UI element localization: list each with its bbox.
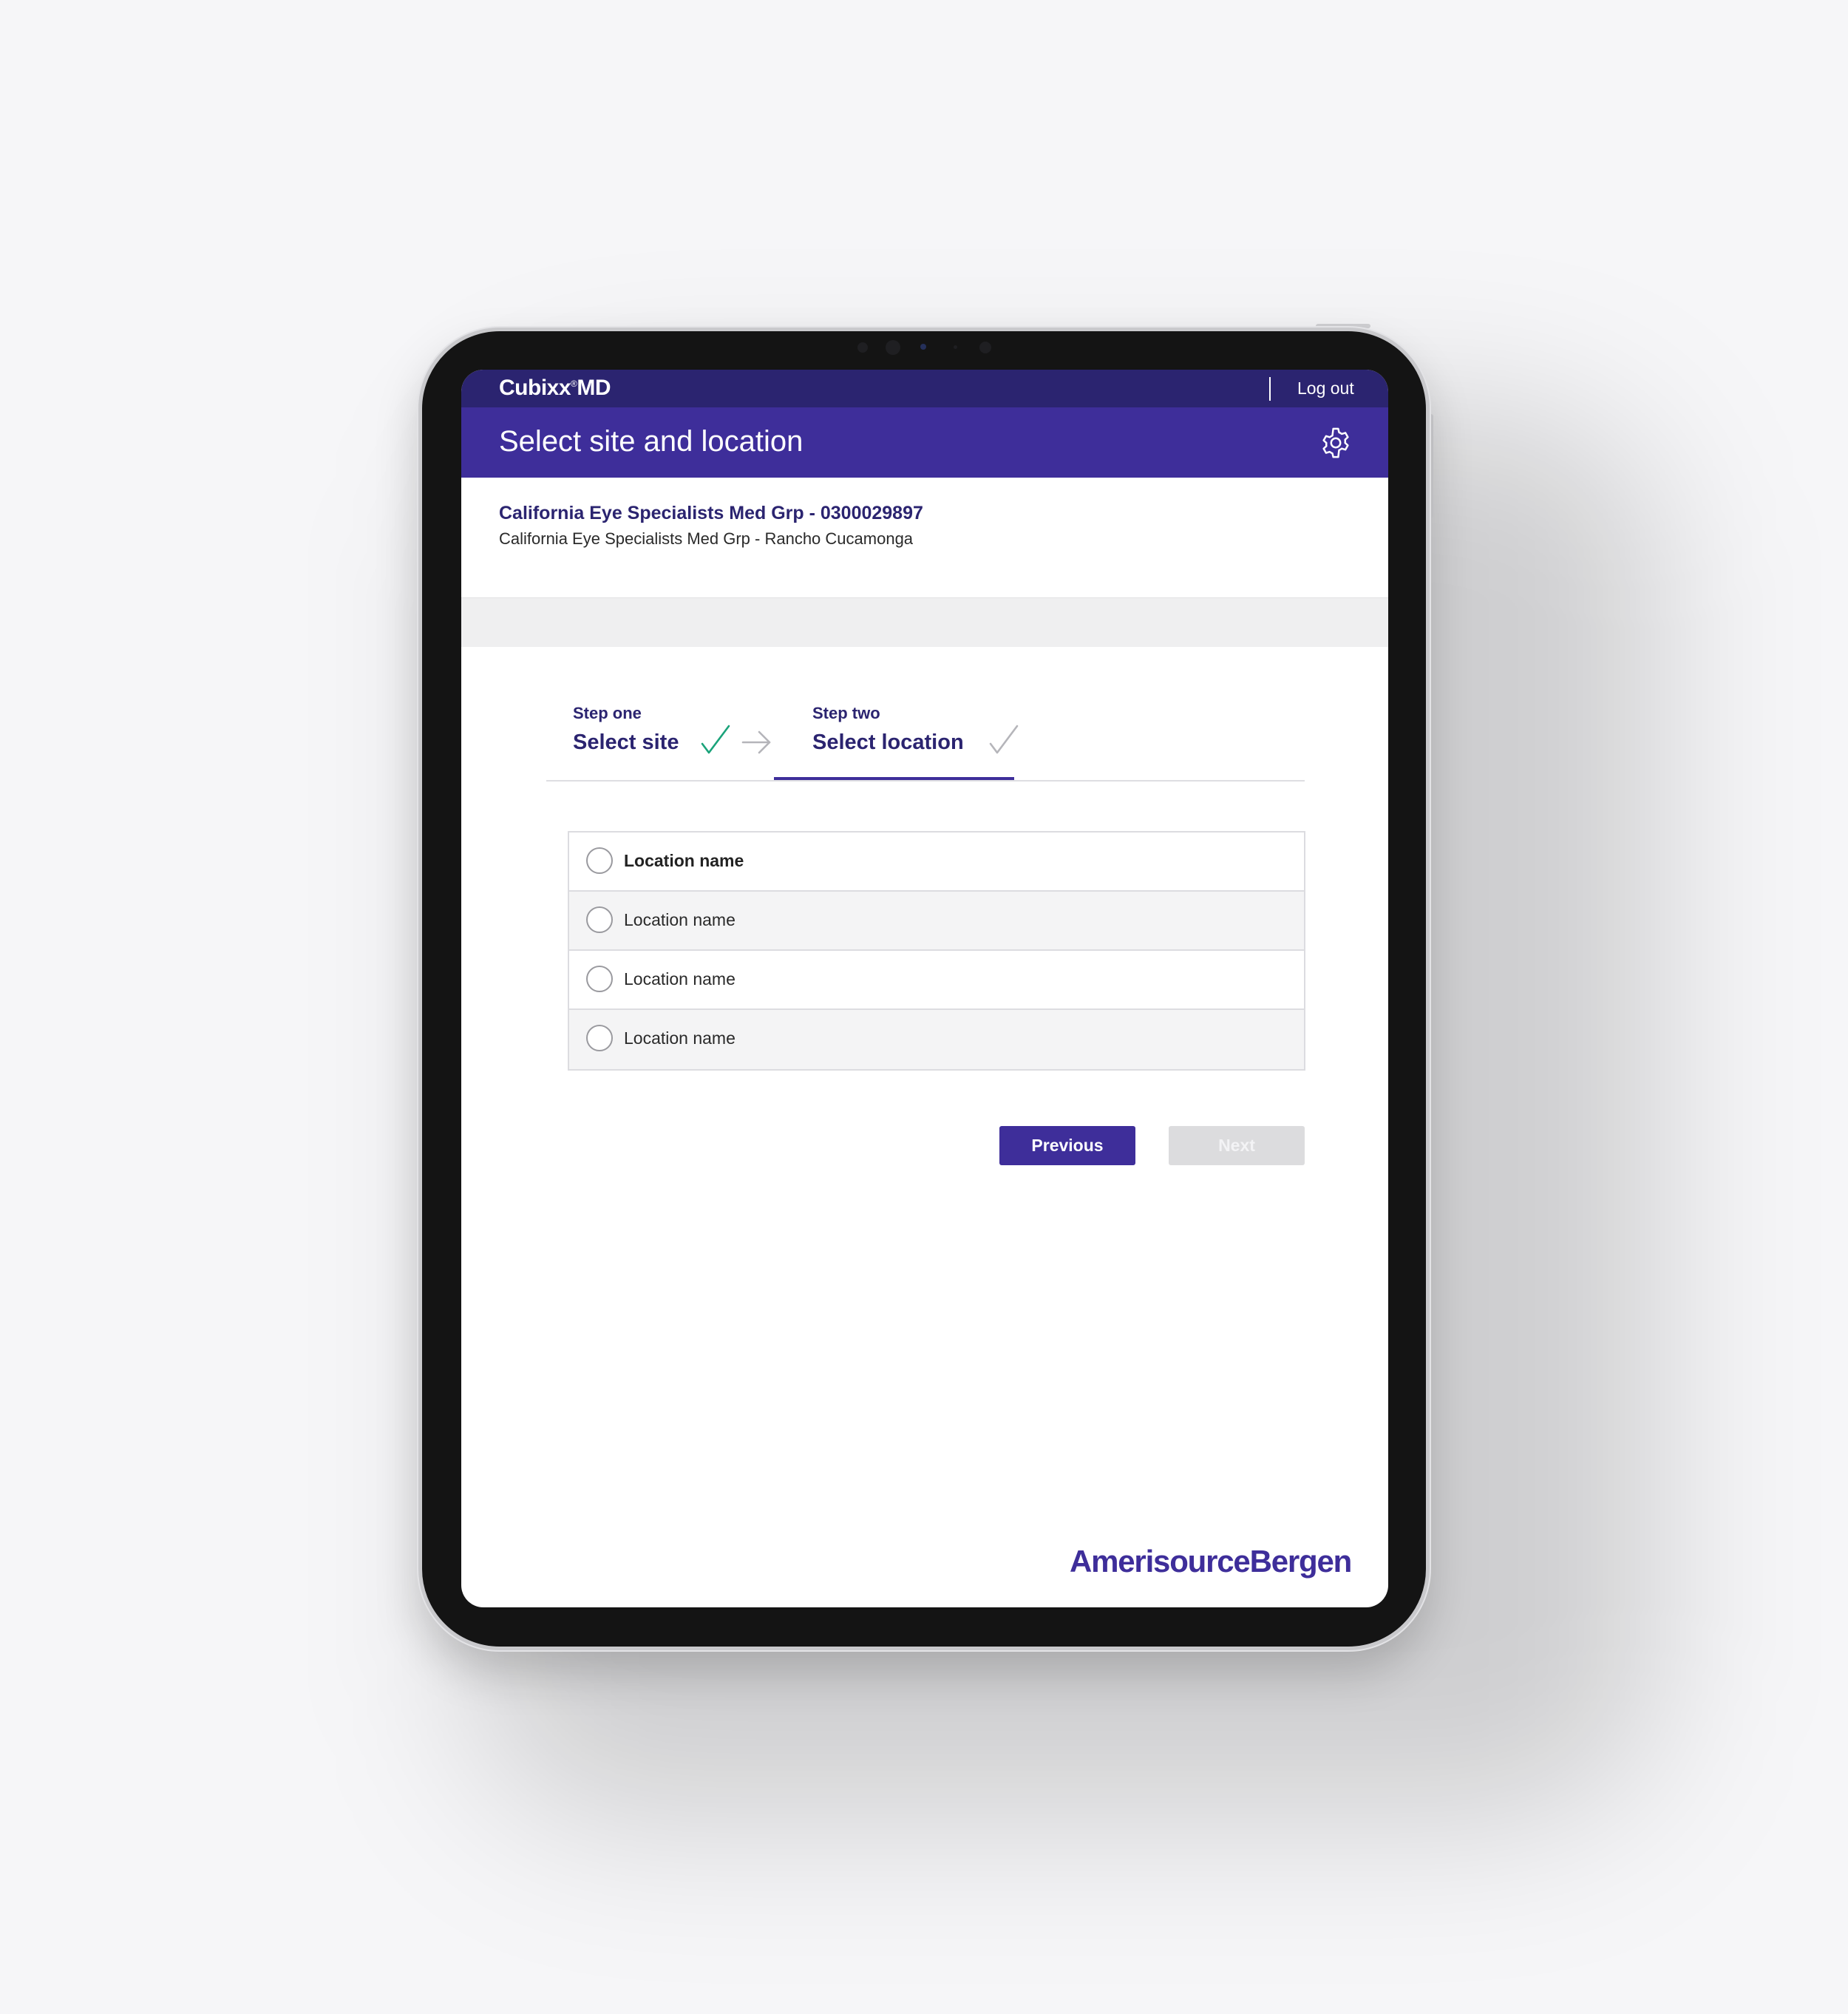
- amerisourcebergen-logo: AmerisourceBergen: [1070, 1544, 1352, 1579]
- stepper: Step one Select site Step two Select loc…: [546, 695, 1305, 781]
- location-label: Location name: [624, 1028, 736, 1048]
- location-list: Location name Location name Location nam…: [568, 831, 1305, 1071]
- active-step-indicator: [774, 777, 1014, 780]
- brand-suffix: MD: [577, 376, 611, 400]
- page-title: Select site and location: [499, 425, 804, 458]
- arrow-right-icon: [741, 730, 771, 754]
- radio-button[interactable]: [586, 847, 613, 874]
- organization-subtitle: California Eye Specialists Med Grp - Ran…: [499, 529, 914, 548]
- step-title: Select location: [812, 730, 964, 754]
- brand-registered-mark: ®: [571, 379, 577, 389]
- step-title: Select site: [573, 730, 679, 754]
- organization-info: California Eye Specialists Med Grp - 030…: [461, 478, 1388, 597]
- list-item[interactable]: Location name: [569, 1010, 1304, 1069]
- check-icon: [989, 725, 1019, 754]
- brand-logo: Cubixx®MD: [499, 376, 611, 401]
- location-label: Location name: [624, 910, 736, 929]
- section-divider-band: [461, 597, 1388, 647]
- location-label: Location name: [624, 969, 736, 989]
- step-select-location[interactable]: Step two Select location: [812, 704, 964, 755]
- app-screen: Cubixx®MD Log out Select site and locati…: [461, 370, 1388, 1607]
- list-item[interactable]: Location name: [569, 892, 1304, 951]
- step-label: Step two: [812, 704, 880, 722]
- step-label: Step one: [573, 704, 642, 722]
- list-item[interactable]: Location name: [569, 833, 1304, 892]
- location-label: Location name: [624, 851, 744, 870]
- next-button[interactable]: Next: [1169, 1126, 1305, 1165]
- radio-button[interactable]: [586, 906, 613, 933]
- logout-link[interactable]: Log out: [1297, 379, 1354, 399]
- title-bar: Select site and location: [461, 407, 1388, 478]
- radio-button[interactable]: [586, 1025, 613, 1051]
- brand-name: Cubixx: [499, 376, 571, 400]
- previous-button[interactable]: Previous: [999, 1126, 1135, 1165]
- step-select-site[interactable]: Step one Select site: [573, 704, 679, 755]
- camera-housing: [850, 338, 998, 357]
- top-bar: Cubixx®MD Log out: [461, 370, 1388, 407]
- list-item[interactable]: Location name: [569, 951, 1304, 1010]
- gear-icon[interactable]: [1319, 426, 1353, 460]
- check-icon: [701, 725, 730, 754]
- topbar-divider: [1269, 377, 1271, 401]
- organization-name: California Eye Specialists Med Grp - 030…: [499, 503, 923, 523]
- radio-button[interactable]: [586, 966, 613, 992]
